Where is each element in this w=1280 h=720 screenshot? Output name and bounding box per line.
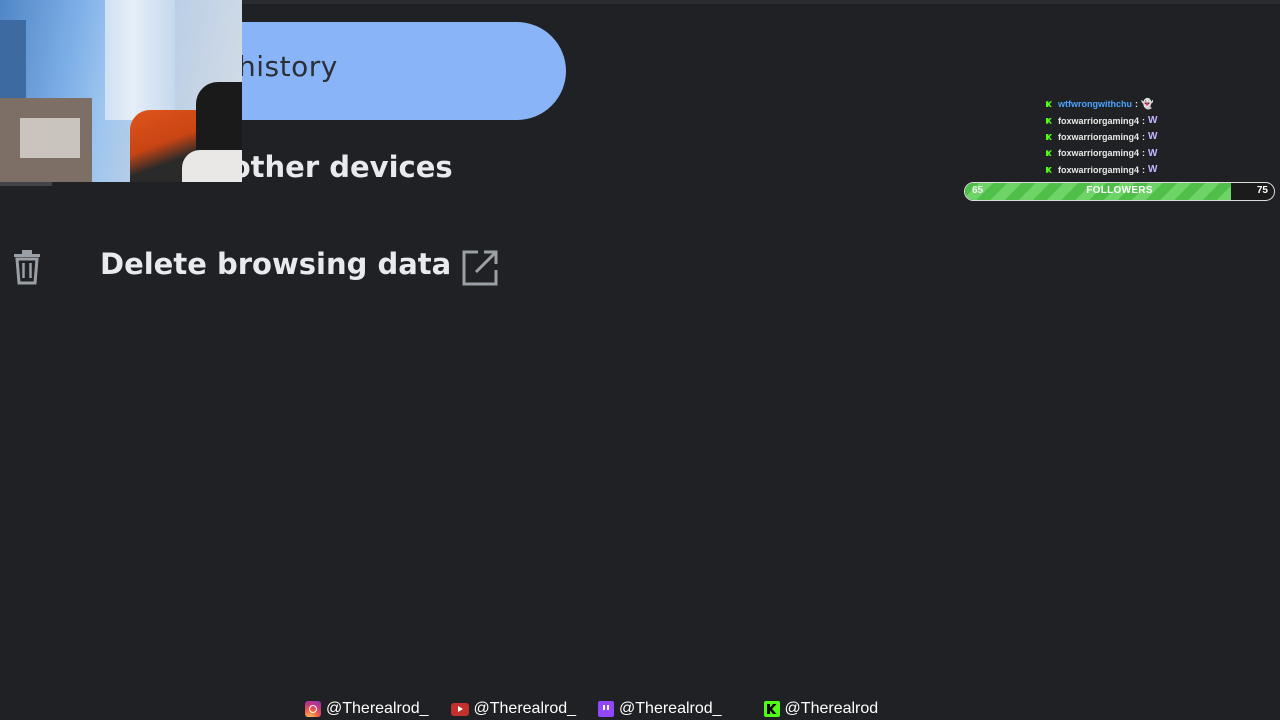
history-nav-label: history bbox=[238, 50, 338, 83]
chat-username: foxwarriorgaming4 bbox=[1058, 148, 1140, 159]
ghost-emote-icon: 👻 bbox=[1141, 98, 1154, 110]
chat-message: foxwarriorgaming4 : W bbox=[1046, 112, 1276, 128]
instagram-icon bbox=[305, 701, 321, 717]
open-in-new-icon bbox=[462, 250, 498, 286]
social-youtube: @Therealrod_ bbox=[450, 700, 577, 718]
w-emote-icon: W bbox=[1148, 115, 1158, 127]
social-instagram: @Therealrod_ bbox=[305, 700, 429, 718]
trash-icon bbox=[14, 250, 40, 285]
kick-badge-icon bbox=[1046, 133, 1052, 140]
chat-username: foxwarriorgaming4 bbox=[1058, 131, 1140, 142]
social-kick: @Therealrod bbox=[763, 700, 879, 718]
followers-goal-label: FOLLOWERS bbox=[1086, 185, 1153, 196]
chat-message: foxwarriorgaming4 : W bbox=[1046, 129, 1276, 145]
social-handles-bar: @Therealrod_ @Therealrod_ @Therealrod_ @… bbox=[305, 698, 900, 720]
social-handle: @Therealrod_ bbox=[619, 700, 722, 717]
chat-username: wtfwrongwithchu bbox=[1058, 99, 1132, 110]
chat-username: foxwarriorgaming4 bbox=[1058, 164, 1140, 175]
webcam-feed bbox=[0, 0, 242, 182]
w-emote-icon: W bbox=[1148, 147, 1158, 159]
youtube-icon bbox=[450, 702, 469, 716]
kick-badge-icon bbox=[1046, 166, 1052, 173]
chat-message: foxwarriorgaming4 : W bbox=[1046, 162, 1276, 178]
followers-goal-bar: 65 FOLLOWERS 75 bbox=[964, 182, 1275, 201]
chat-message: wtfwrongwithchu : 👻 bbox=[1046, 96, 1276, 112]
social-handle: @Therealrod_ bbox=[473, 700, 577, 717]
kick-badge-icon bbox=[1046, 150, 1052, 157]
social-handle: @Therealrod bbox=[784, 700, 879, 717]
followers-goal-target: 75 bbox=[1256, 185, 1268, 196]
kick-icon bbox=[763, 701, 780, 717]
w-emote-icon: W bbox=[1148, 164, 1158, 176]
w-emote-icon: W bbox=[1148, 131, 1158, 143]
delete-browsing-data-label: Delete browsing data bbox=[100, 247, 452, 281]
stream-chat: wtfwrongwithchu : 👻 foxwarriorgaming4 : … bbox=[1046, 96, 1276, 178]
chat-message: foxwarriorgaming4 : W bbox=[1046, 145, 1276, 161]
delete-browsing-data-item[interactable]: Delete browsing data bbox=[0, 240, 520, 296]
chat-username: foxwarriorgaming4 bbox=[1058, 115, 1140, 126]
kick-badge-icon bbox=[1046, 101, 1052, 108]
social-twitch: @Therealrod_ bbox=[598, 700, 722, 718]
social-handle: @Therealrod_ bbox=[326, 700, 429, 717]
kick-badge-icon bbox=[1046, 117, 1052, 124]
twitch-icon bbox=[598, 701, 615, 717]
